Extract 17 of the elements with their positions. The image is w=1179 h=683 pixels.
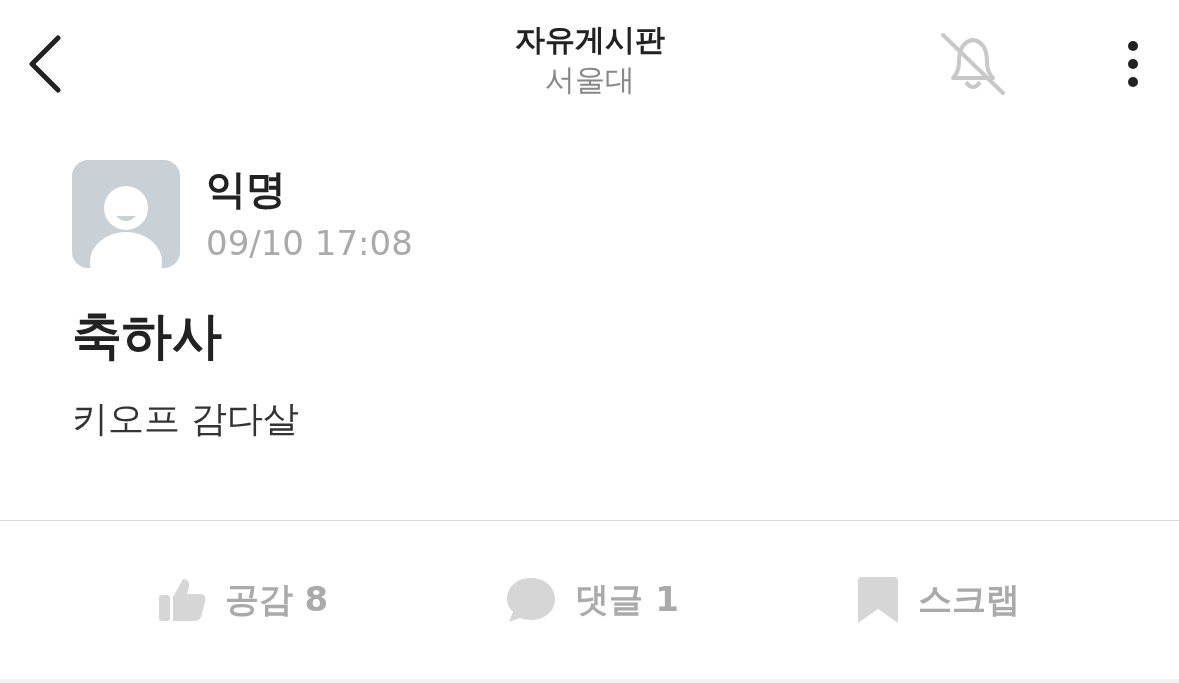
post-time: 09/10 17:08 — [206, 222, 413, 265]
bookmark-icon — [856, 575, 901, 625]
board-subtitle: 서울대 — [544, 61, 635, 99]
comment-button[interactable]: 댓글 1 — [499, 570, 685, 630]
speech-bubble-icon — [505, 576, 558, 624]
bell-off-icon — [939, 32, 1007, 96]
back-icon — [26, 35, 62, 93]
post-body: 키오프 감다살 — [72, 397, 301, 441]
like-button[interactable]: 공감 8 — [152, 571, 335, 629]
post-title: 축하사 — [72, 306, 223, 367]
more-button[interactable] — [1127, 40, 1139, 88]
thumbs-up-icon — [158, 577, 207, 623]
author-name: 익명 — [206, 165, 287, 214]
board-title: 자유게시판 — [514, 21, 665, 59]
more-icon — [1127, 40, 1139, 88]
scrap-button[interactable]: 스크랩 — [850, 569, 1027, 631]
avatar-icon — [72, 160, 180, 268]
